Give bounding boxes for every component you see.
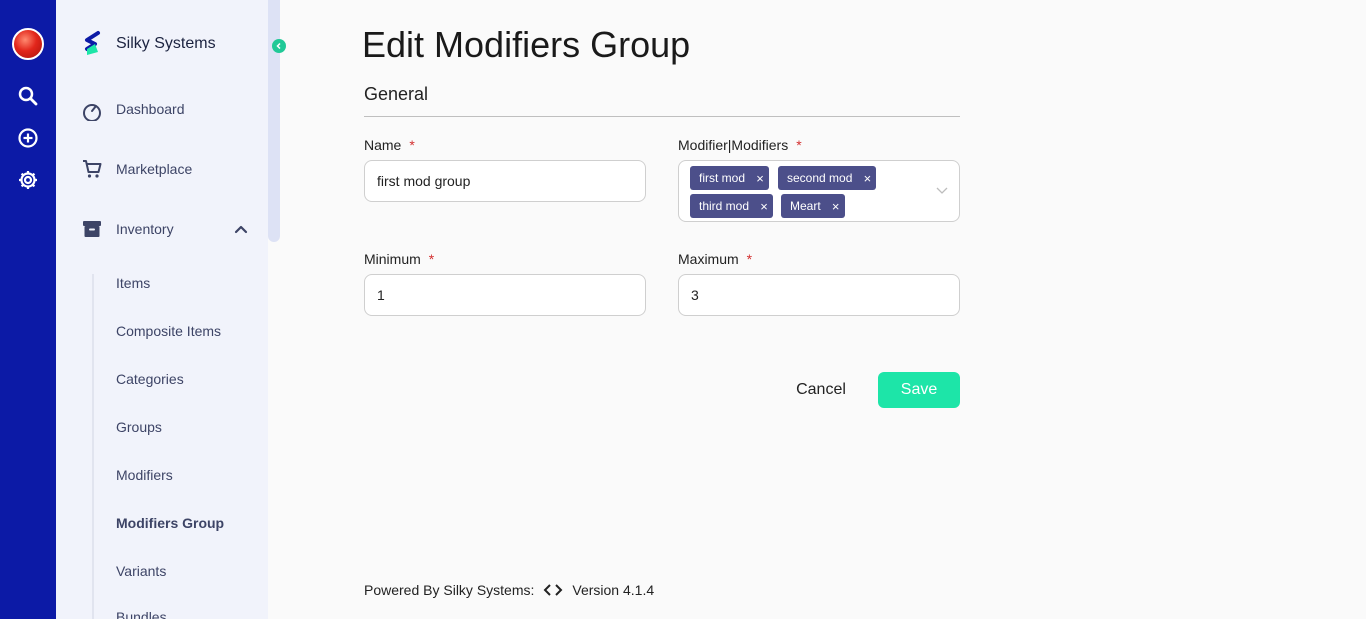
speedometer-icon (83, 104, 101, 121)
sidebar-subitem-variants[interactable]: Variants (116, 563, 166, 579)
sidebar-item-dashboard[interactable]: Dashboard (80, 97, 185, 121)
sidebar-item-label: Dashboard (116, 101, 185, 117)
maximum-input[interactable] (678, 274, 960, 316)
app-rail (0, 0, 56, 619)
scrollbar-thumb[interactable] (268, 0, 280, 242)
powered-by-text: Powered By Silky Systems: (364, 582, 535, 598)
required-mark: * (409, 137, 415, 153)
minimum-input[interactable] (364, 274, 646, 316)
chip-remove-icon[interactable]: × (751, 166, 769, 190)
code-icon (543, 584, 563, 596)
sidebar-subitem-categories[interactable]: Categories (116, 371, 184, 387)
sidebar-subitem-groups[interactable]: Groups (116, 419, 162, 435)
search-icon[interactable] (16, 84, 40, 108)
version-text: Version 4.1.4 (572, 582, 655, 598)
settings-gear-icon[interactable] (16, 168, 40, 192)
brand[interactable]: Silky Systems (78, 30, 216, 58)
sidebar-subitem-items[interactable]: Items (116, 275, 150, 291)
chip-remove-icon[interactable]: × (827, 194, 845, 218)
footer: Powered By Silky Systems: Version 4.1.4 (364, 582, 654, 598)
sidebar-item-label: Marketplace (116, 161, 193, 177)
modifiers-label: Modifier|Modifiers * (678, 137, 802, 153)
chip-remove-icon[interactable]: × (755, 194, 773, 218)
sidebar-subitem-modifiers[interactable]: Modifiers (116, 467, 173, 483)
cancel-button[interactable]: Cancel (782, 372, 860, 408)
chip-remove-icon[interactable]: × (858, 166, 876, 190)
cart-icon (83, 160, 102, 178)
brand-logo-icon (85, 31, 100, 55)
section-title: General (364, 84, 429, 104)
modifier-chip: third mod × (690, 194, 774, 218)
sidebar-scrollbar[interactable] (268, 0, 280, 619)
name-label: Name * (364, 137, 415, 153)
brand-name: Silky Systems (116, 35, 216, 52)
subnav-guide-line (92, 274, 94, 619)
archive-box-icon (83, 221, 101, 237)
sidebar-subitem-bundles[interactable]: Bundles (116, 609, 167, 619)
name-input[interactable] (364, 160, 646, 202)
required-mark: * (796, 137, 802, 153)
save-button[interactable]: Save (878, 372, 960, 408)
chevron-left-icon (276, 42, 281, 50)
required-mark: * (746, 251, 753, 267)
section-divider (364, 116, 960, 117)
sidebar: Silky Systems Dashboard Marketplace Inve… (56, 0, 268, 619)
modifier-chip: first mod × (690, 166, 770, 190)
page-title: Edit Modifiers Group (362, 24, 691, 65)
required-mark: * (428, 251, 435, 267)
chevron-down-icon[interactable] (935, 183, 949, 197)
modifiers-multiselect[interactable]: first mod × second mod × third mod × Mea… (678, 160, 960, 222)
add-circle-icon[interactable] (16, 126, 40, 150)
app-avatar[interactable] (12, 28, 44, 60)
sidebar-item-marketplace[interactable]: Marketplace (80, 157, 192, 181)
sidebar-item-label: Inventory (116, 221, 174, 237)
modifier-chip: second mod × (778, 166, 877, 190)
chevron-up-icon[interactable] (232, 220, 250, 238)
maximum-label: Maximum * (678, 251, 753, 267)
sidebar-subitem-composite-items[interactable]: Composite Items (116, 323, 221, 339)
modifier-chip: Meart × (781, 194, 845, 218)
collapse-sidebar-button[interactable] (272, 39, 286, 53)
sidebar-subitem-modifiers-group[interactable]: Modifiers Group (116, 515, 224, 531)
sidebar-item-inventory[interactable]: Inventory (80, 217, 248, 241)
minimum-label: Minimum * (364, 251, 435, 267)
